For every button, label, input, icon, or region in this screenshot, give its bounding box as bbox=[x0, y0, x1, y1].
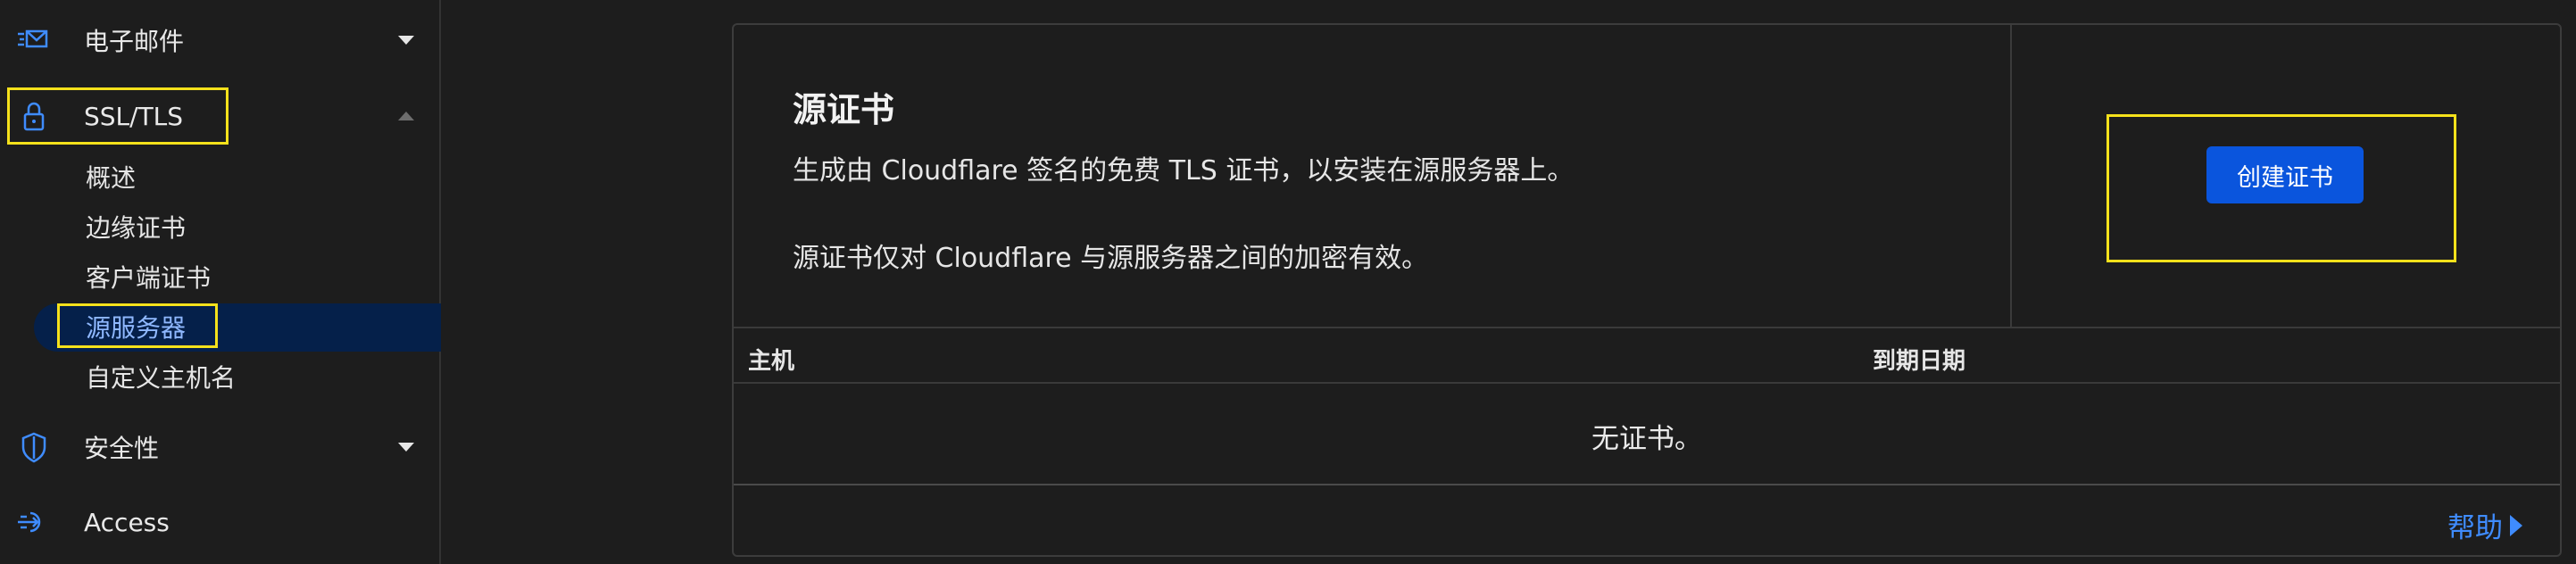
card-header: 源证书 生成由 Cloudflare 签名的免费 TLS 证书，以安装在源服务器… bbox=[734, 25, 2560, 328]
sidebar-item-label: Access bbox=[84, 507, 170, 537]
access-icon bbox=[18, 511, 41, 533]
sidebar-item-label: 安全性 bbox=[84, 434, 160, 463]
sidebar-subitem-custom-hostnames[interactable]: 自定义主机名 bbox=[86, 357, 236, 400]
sidebar-subitem-edge-certificates[interactable]: 边缘证书 bbox=[86, 207, 186, 250]
help-link-label: 帮助 bbox=[2447, 512, 2503, 544]
mail-icon bbox=[18, 29, 48, 48]
sidebar-subitem-origin-server[interactable]: 源服务器 bbox=[86, 307, 186, 350]
chevron-down-icon bbox=[398, 36, 414, 45]
app: 电子邮件 SSL/TLS 概述 边缘证书 客户端证书 源服务器 自定义主机名 安… bbox=[0, 0, 2576, 564]
sidebar-item-email[interactable]: 电子邮件 bbox=[0, 9, 439, 71]
sidebar-item-label: SSL/TLS bbox=[84, 101, 184, 131]
card-title: 源证书 bbox=[793, 90, 895, 129]
sidebar-subitem-client-certificates[interactable]: 客户端证书 bbox=[86, 257, 211, 300]
card-description: 源证书 生成由 Cloudflare 签名的免费 TLS 证书，以安装在源服务器… bbox=[734, 25, 2012, 328]
sidebar-item-access[interactable]: Access bbox=[0, 491, 439, 553]
lock-icon bbox=[23, 102, 45, 131]
sidebar-subitem-overview[interactable]: 概述 bbox=[86, 157, 136, 200]
create-certificate-button[interactable]: 创建证书 bbox=[2206, 146, 2364, 203]
sidebar-item-security[interactable]: 安全性 bbox=[0, 416, 439, 478]
shield-icon bbox=[21, 432, 46, 463]
sidebar: 电子邮件 SSL/TLS 概述 边缘证书 客户端证书 源服务器 自定义主机名 安… bbox=[0, 0, 441, 564]
origin-certificates-card: 源证书 生成由 Cloudflare 签名的免费 TLS 证书，以安装在源服务器… bbox=[732, 23, 2562, 557]
sidebar-item-ssl-tls[interactable]: SSL/TLS bbox=[0, 85, 439, 147]
table-header: 主机 到期日期 bbox=[734, 330, 2560, 384]
sidebar-item-label: 电子邮件 bbox=[84, 27, 185, 56]
card-description-text: 源证书仅对 Cloudflare 与源服务器之间的加密有效。 bbox=[793, 243, 1429, 274]
column-header-expiry: 到期日期 bbox=[1873, 348, 1966, 375]
table-empty-row: 无证书。 bbox=[734, 386, 2560, 485]
caret-right-icon bbox=[2510, 514, 2522, 536]
chevron-down-icon bbox=[398, 443, 414, 452]
card-description-text: 生成由 Cloudflare 签名的免费 TLS 证书，以安装在源服务器上。 bbox=[793, 155, 1575, 187]
chevron-up-icon bbox=[398, 112, 414, 120]
empty-state-text: 无证书。 bbox=[1591, 423, 1702, 455]
help-link[interactable]: 帮助 bbox=[2447, 505, 2522, 545]
column-header-host: 主机 bbox=[748, 348, 795, 375]
